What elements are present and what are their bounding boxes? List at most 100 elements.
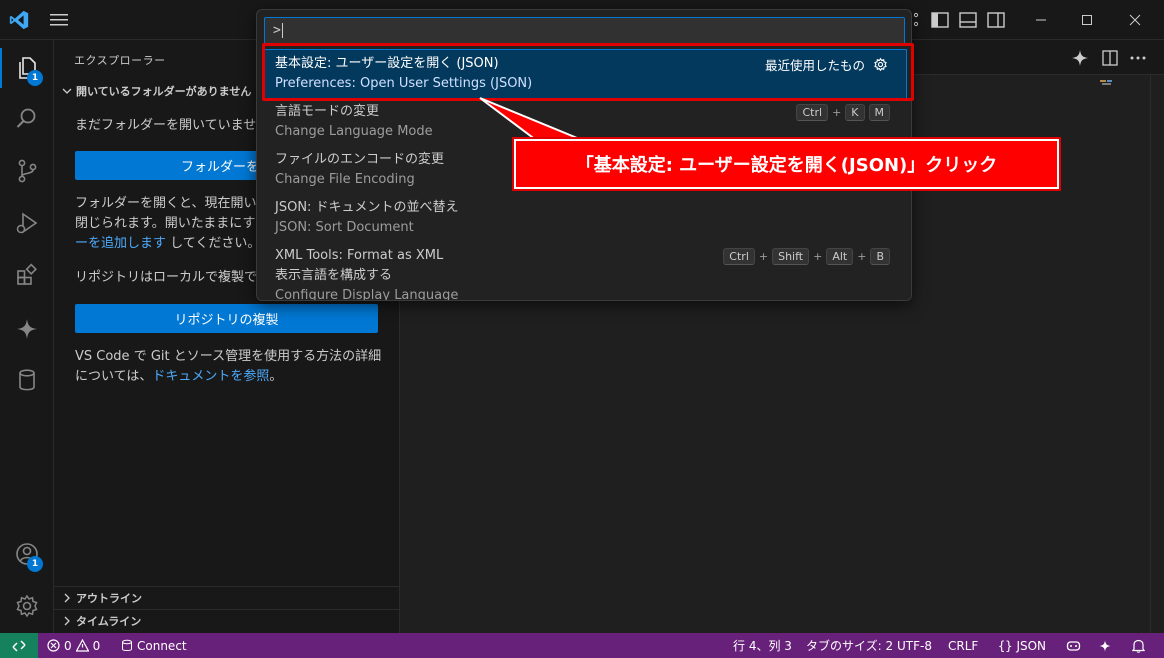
maximize-icon [1082, 15, 1092, 25]
activity-explorer[interactable]: 1 [0, 44, 54, 92]
text-cursor [281, 23, 283, 38]
minimize-icon [1036, 19, 1046, 21]
copilot-icon [1066, 641, 1081, 651]
key: Ctrl [796, 104, 829, 121]
git-line-1: VS Code で Git とソース管理を使用する方法の詳細 [75, 349, 382, 364]
error-count: 0 [64, 638, 72, 653]
clone-repo-button[interactable]: リポジトリの複製 [75, 304, 378, 333]
timeline-label: タイムライン [76, 614, 142, 628]
database-icon [122, 639, 132, 651]
sparkle-icon [1099, 639, 1111, 652]
outline-label: アウトライン [76, 591, 142, 605]
command-label-display-language[interactable]: 表示言語を構成する [275, 266, 894, 286]
remote-icon [12, 639, 26, 652]
toggle-panel-icon[interactable] [958, 10, 978, 30]
section-title: 開いているフォルダーがありません [76, 85, 252, 98]
instruction-callout: 「基本設定: ユーザー設定を開く(JSON)」クリック [512, 137, 1061, 191]
desc-line-3-rest: してください。 [166, 236, 261, 251]
minimize-button[interactable] [1018, 0, 1064, 40]
activity-search[interactable] [0, 94, 54, 142]
key: M [868, 104, 890, 121]
key: Alt [826, 248, 854, 265]
command-label: JSON: ドキュメントの並べ替え [275, 200, 459, 215]
bell-icon [1132, 639, 1145, 653]
command-item-json-sort-document[interactable]: JSON: ドキュメントの並べ替え JSON: Sort Document [263, 194, 906, 242]
braces-icon: {} [998, 638, 1013, 653]
activity-database[interactable] [0, 356, 54, 404]
accounts-badge: 1 [27, 556, 43, 572]
activity-run-debug[interactable] [0, 199, 54, 247]
sparkle-icon[interactable] [1070, 48, 1090, 68]
key: Ctrl [723, 248, 755, 265]
key-plus: + [758, 250, 769, 263]
connect-label: Connect [137, 638, 187, 653]
add-folder-link[interactable]: ーを追加します [75, 236, 166, 251]
toggle-sidebar-icon[interactable] [930, 10, 950, 30]
run-debug-icon [16, 212, 38, 234]
connect-item[interactable]: Connect [121, 633, 187, 658]
database-icon [19, 369, 35, 391]
close-icon [1129, 14, 1141, 26]
keybinding: Ctrl + Shift + Alt + B [723, 248, 890, 265]
tab-size[interactable]: タブのサイズ: 2 [806, 633, 893, 658]
command-description: JSON: Sort Document [275, 220, 414, 235]
activity-extensions[interactable] [0, 251, 54, 299]
command-item-xml-format[interactable]: XML Tools: Format as XML 表示言語を構成する Confi… [263, 242, 906, 301]
warning-count: 0 [92, 638, 101, 653]
remote-indicator[interactable] [0, 633, 38, 658]
language-mode[interactable]: {} JSON [998, 633, 1046, 658]
file-encoding[interactable]: UTF-8 [897, 633, 932, 658]
activity-accounts[interactable]: 1 [0, 530, 54, 578]
activity-bar: 1 1 [0, 40, 54, 633]
command-description: Configure Display Language [275, 288, 459, 301]
sparkle-status[interactable] [1098, 633, 1112, 658]
more-actions-icon[interactable] [1128, 48, 1148, 68]
error-icon [47, 639, 60, 652]
notifications[interactable] [1132, 633, 1145, 658]
key: K [845, 104, 865, 121]
git-line-2-pre: については、 [75, 369, 153, 384]
end-of-line[interactable]: CRLF [948, 633, 978, 658]
split-editor-icon[interactable] [1100, 48, 1120, 68]
extensions-icon [17, 263, 37, 285]
git-line-2-post: 。 [269, 369, 283, 384]
status-bar: 0 0 Connect 行 4、列 3 タブのサイズ: 2 UTF-8 CRLF… [0, 633, 1164, 658]
docs-link[interactable]: ドキュメントを参照 [152, 369, 269, 384]
outline-section-header[interactable]: アウトライン [54, 586, 400, 608]
key-plus: + [857, 250, 867, 263]
hamburger-menu-icon[interactable] [48, 12, 70, 28]
sparkle-icon [17, 319, 37, 339]
highlight-box [262, 43, 914, 101]
chevron-down-icon [62, 88, 72, 94]
warning-icon [75, 639, 89, 652]
activity-manage[interactable] [0, 582, 54, 630]
language-label: JSON [1016, 638, 1047, 653]
chevron-right-icon [64, 593, 70, 602]
timeline-section-header[interactable]: タイムライン [54, 609, 400, 631]
key-plus: + [813, 250, 823, 263]
key-plus: + [832, 106, 842, 119]
source-control-icon [18, 159, 37, 183]
problems-indicator[interactable]: 0 0 [47, 633, 100, 658]
keybinding: Ctrl + K M [796, 104, 890, 121]
toggle-secondary-sidebar-icon[interactable] [986, 10, 1006, 30]
command-input-value: > [273, 23, 281, 38]
maximize-button[interactable] [1064, 0, 1110, 40]
git-docs-text: VS Code で Git とソース管理を使用する方法の詳細 については、ドキュ… [75, 347, 385, 387]
key: Shift [772, 248, 810, 265]
close-button[interactable] [1112, 0, 1158, 40]
git-line-2: については、ドキュメントを参照。 [75, 367, 385, 387]
activity-source-control[interactable] [0, 147, 54, 195]
activity-copilot[interactable] [0, 305, 54, 353]
copilot-status[interactable] [1066, 633, 1081, 658]
command-palette-input[interactable]: > [264, 17, 905, 45]
search-icon [16, 108, 36, 128]
chevron-right-icon [64, 616, 70, 625]
cursor-position[interactable]: 行 4、列 3 [733, 633, 792, 658]
editor-scrollbar[interactable] [1150, 75, 1164, 633]
vscode-logo-icon [9, 10, 29, 30]
gear-icon [16, 594, 38, 618]
sidebar-title: エクスプローラー [74, 54, 166, 67]
key: B [870, 248, 890, 265]
minimap-preview [1100, 80, 1112, 85]
